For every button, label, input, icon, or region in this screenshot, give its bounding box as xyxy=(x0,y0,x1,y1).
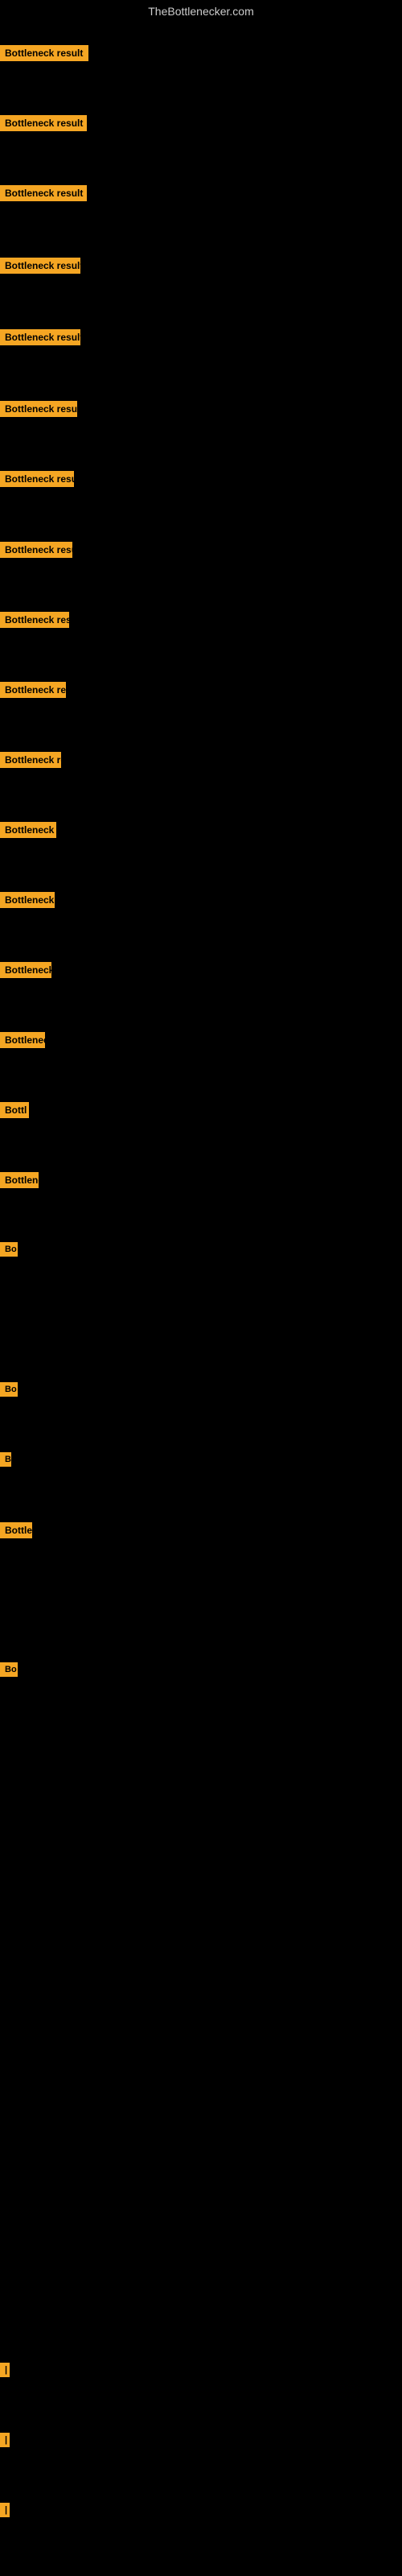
bottleneck-badge: Bottleneck result xyxy=(0,542,72,558)
bottleneck-badge: | xyxy=(0,2363,10,2377)
bottleneck-badge: Bottleneck result xyxy=(0,45,88,61)
bottleneck-badge: Bottleneck res xyxy=(0,892,55,908)
bottleneck-badge: | xyxy=(0,2433,10,2447)
bottleneck-badge: B xyxy=(0,1452,11,1467)
bottleneck-badge: Bottleneck result xyxy=(0,329,80,345)
bottleneck-badge: Bottl xyxy=(0,1102,29,1118)
bottleneck-badge: Bo xyxy=(0,1242,18,1257)
bottleneck-badge: | xyxy=(0,2503,10,2517)
bottleneck-badge: Bottleneck result xyxy=(0,612,69,628)
bottleneck-badge: Bo xyxy=(0,1382,18,1397)
bottleneck-badge: Bottleneck re xyxy=(0,962,51,978)
bottleneck-badge: Bottleneck result xyxy=(0,471,74,487)
bottleneck-badge: Bottleneck result xyxy=(0,185,87,201)
site-title: TheBottlenecker.com xyxy=(0,0,402,23)
bottleneck-badge: Bottleneck result xyxy=(0,258,80,274)
bottleneck-badge: Bottleneck result xyxy=(0,682,66,698)
bottleneck-badge: Bottleneck resul xyxy=(0,752,61,768)
bottleneck-badge: Bo xyxy=(0,1662,18,1677)
bottleneck-badge: Bottleneck result xyxy=(0,401,77,417)
bottleneck-badge: Bottle xyxy=(0,1522,32,1538)
bottleneck-badge: Bottleneck res xyxy=(0,822,56,838)
bottleneck-badge: Bottleneck result xyxy=(0,115,87,131)
bottleneck-badge: Bottleneck xyxy=(0,1032,45,1048)
bottleneck-badge: Bottlene xyxy=(0,1172,39,1188)
